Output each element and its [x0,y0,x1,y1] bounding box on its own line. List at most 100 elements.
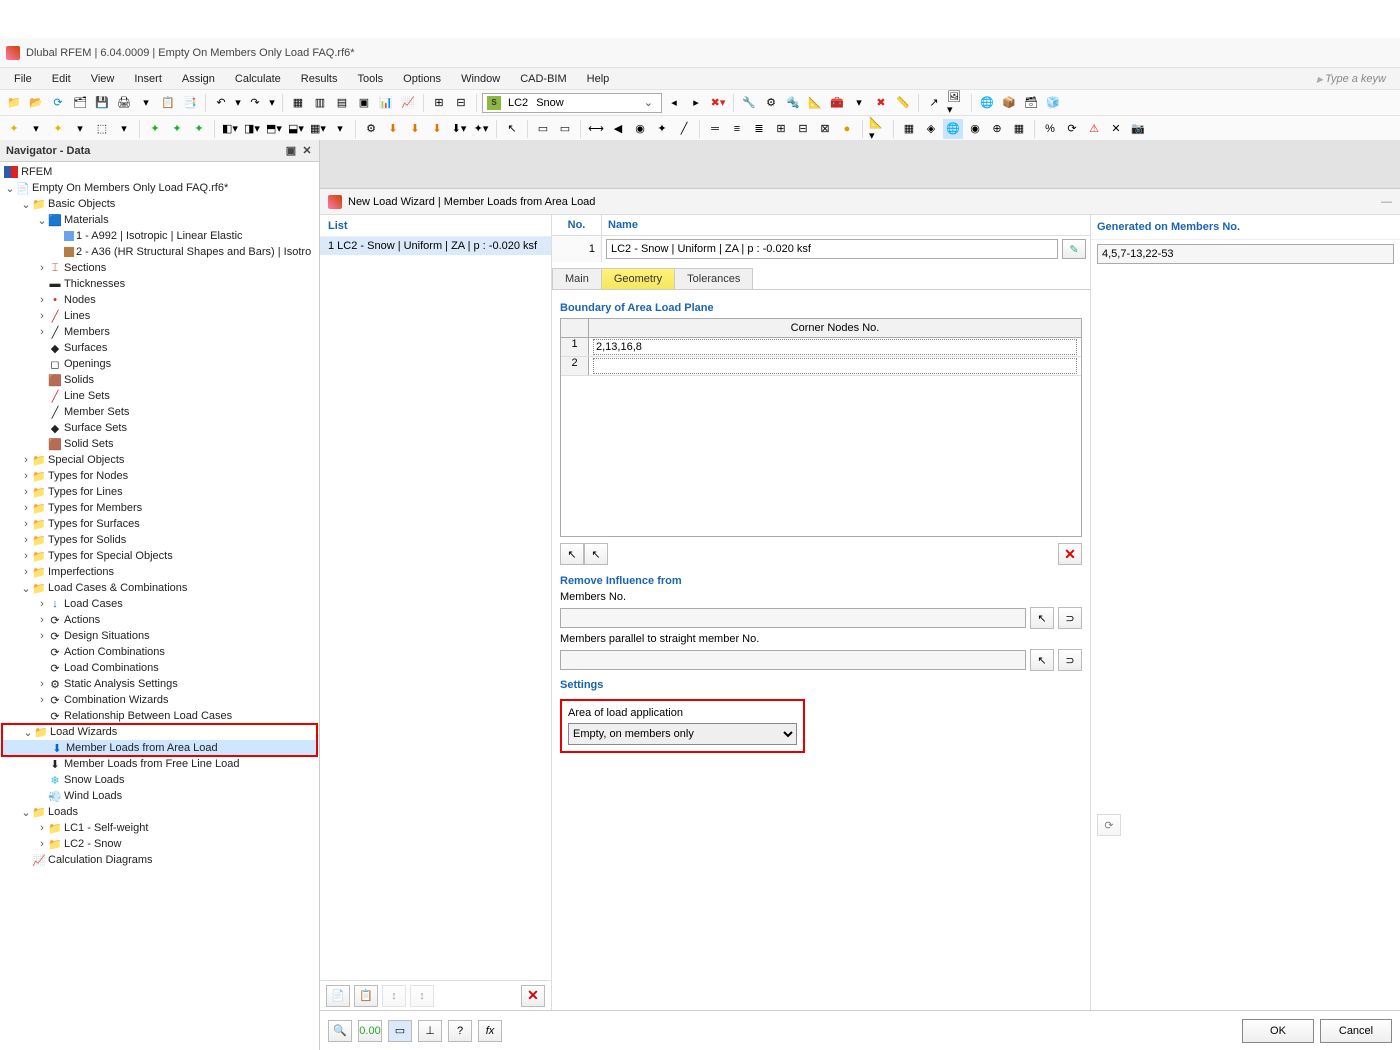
tb-icon[interactable]: ⊠ [815,119,835,139]
tree-group[interactable]: ›📁Types for Solids [0,532,319,548]
tb-icon[interactable]: ▾ [26,119,46,139]
tree-lcc-item[interactable]: ›↓Load Cases [0,596,319,612]
tb-icon[interactable]: ⬇ [405,119,425,139]
tb-icon[interactable]: 🌐 [943,119,963,139]
keyword-hint[interactable]: Type a keyw [1307,71,1396,87]
tab-geometry[interactable]: Geometry [601,268,675,289]
tb-icon[interactable]: ▦ [899,119,919,139]
tb-icon[interactable]: 💾 [92,93,112,113]
pick-list-button[interactable]: ↖ [584,543,608,565]
tb-icon[interactable]: ◧▾ [220,119,240,139]
tb-icon[interactable]: ⬇▾ [449,119,469,139]
area-application-select[interactable]: Empty, on members only [568,723,797,745]
list-item[interactable]: 1 LC2 - Snow | Uniform | ZA | p : -0.020… [320,237,551,255]
tree-group[interactable]: ›📁Types for Members [0,500,319,516]
ok-button[interactable]: OK [1242,1019,1314,1043]
tree-members[interactable]: ›╱Members [0,324,319,340]
minimize-icon[interactable]: — [1381,196,1392,208]
tb-icon[interactable]: ⊟ [793,119,813,139]
tree-membersets[interactable]: ╱Member Sets [0,404,319,420]
tb-icon[interactable]: ⚠ [1084,119,1104,139]
delete-button[interactable]: ✕ [521,985,545,1007]
tree-mat2[interactable]: 2 - A36 (HR Structural Shapes and Bars) … [0,244,319,260]
tb-icon[interactable]: 🗃 [1021,93,1041,113]
tb-button[interactable]: ↕ [382,985,406,1007]
tb-icon[interactable]: ▣ [354,93,374,113]
tb-icon[interactable]: ═ [705,119,725,139]
tb-icon[interactable]: 🌐 [977,93,997,113]
tb-icon[interactable]: ▤ [332,93,352,113]
tb-icon[interactable]: 📂 [26,93,46,113]
tb-icon[interactable]: ▾ [849,93,869,113]
tb-icon[interactable]: 📊 [376,93,396,113]
tree-lcc-item[interactable]: ›⟳Design Situations [0,628,319,644]
tb-icon[interactable]: ✦ [145,119,165,139]
tree-surfaces[interactable]: ◆Surfaces [0,340,319,356]
tb-icon[interactable]: 🧊 [1043,93,1063,113]
tree-load-item[interactable]: ›📁LC1 - Self-weight [0,820,319,836]
tree-load-item[interactable]: ›📁LC2 - Snow [0,836,319,852]
tree-thicknesses[interactable]: ▬Thicknesses [0,276,319,292]
tree-lcc-item[interactable]: ›⟳Actions [0,612,319,628]
tree-group[interactable]: ›📁Types for Special Objects [0,548,319,564]
menu-tools[interactable]: Tools [347,71,393,87]
menu-results[interactable]: Results [291,71,348,87]
tb-icon[interactable]: ▭ [533,119,553,139]
tb-icon[interactable]: ✦ [652,119,672,139]
tb-icon[interactable]: ⊞ [771,119,791,139]
tree-lcc[interactable]: ⌄📁Load Cases & Combinations [0,580,319,596]
tb-icon[interactable]: ╱ [674,119,694,139]
tree-sections[interactable]: ›⌶Sections [0,260,319,276]
pick-button[interactable]: ↖ [1030,607,1054,629]
next-icon[interactable]: ▸ [686,93,706,113]
info-button[interactable]: ? [448,1020,472,1042]
tab-main[interactable]: Main [552,268,602,289]
tree-lw-member-area[interactable]: ⬇Member Loads from Area Load [2,740,317,756]
tb-icon[interactable]: ⊕ [987,119,1007,139]
tree-openings[interactable]: ◻Openings [0,356,319,372]
menu-file[interactable]: File [4,71,42,87]
tree-nodes[interactable]: ›•Nodes [0,292,319,308]
menu-insert[interactable]: Insert [124,71,172,87]
generated-members-input[interactable] [1097,244,1394,264]
tb-icon[interactable]: ⬇ [383,119,403,139]
axis-button[interactable]: ⊥ [418,1020,442,1042]
reset-button[interactable]: ⊃ [1058,607,1082,629]
tb-icon[interactable]: ⟳ [1062,119,1082,139]
tree-lcc-item[interactable]: ⟳Relationship Between Load Cases [0,708,319,724]
tb-icon[interactable]: ⚙ [361,119,381,139]
tb-icon[interactable]: ✖ [871,93,891,113]
pick-button[interactable]: ↖ [1030,649,1054,671]
menu-edit[interactable]: Edit [42,71,81,87]
prev-icon[interactable]: ◂ [664,93,684,113]
tb-icon[interactable]: ⬓▾ [286,119,306,139]
tb-icon[interactable]: ◨▾ [242,119,262,139]
members-no-input[interactable] [560,608,1026,628]
tb-icon[interactable]: 🗂 [70,93,90,113]
cancel-button[interactable]: Cancel [1320,1019,1392,1043]
redo-icon[interactable]: ↷ [245,93,265,113]
tb-icon[interactable]: ✖▾ [708,93,728,113]
tb-icon[interactable]: ▾ [330,119,350,139]
tb-icon[interactable]: ● [837,119,857,139]
fx-button[interactable]: fx [478,1020,502,1042]
reset-button[interactable]: ⊃ [1058,649,1082,671]
tb-icon[interactable]: ↗ [924,93,944,113]
tb-icon[interactable]: 🔧 [739,93,759,113]
tb-icon[interactable]: ▦ [288,93,308,113]
tree-lines[interactable]: ›╱Lines [0,308,319,324]
new-button[interactable]: 📄 [326,985,350,1007]
tree-model[interactable]: ⌄📄Empty On Members Only Load FAQ.rf6* [0,180,319,196]
units-button[interactable]: 0.00 [358,1020,382,1042]
refresh-button[interactable]: ⟳ [1097,814,1121,836]
corner-row-2[interactable] [593,358,1077,374]
tb-icon[interactable]: ⚙ [761,93,781,113]
tree-lw-item[interactable]: ⬇Member Loads from Free Line Load [0,756,319,772]
tb-icon[interactable]: ⊞ [429,93,449,113]
tb-icon[interactable]: ✦ [4,119,24,139]
pick-button[interactable]: ↖ [560,543,584,565]
tree-lw-item[interactable]: ❄Snow Loads [0,772,319,788]
tree-basic[interactable]: ⌄📁Basic Objects [0,196,319,212]
tb-icon[interactable]: ▾ [70,119,90,139]
tb-icon[interactable]: ↖ [502,119,522,139]
